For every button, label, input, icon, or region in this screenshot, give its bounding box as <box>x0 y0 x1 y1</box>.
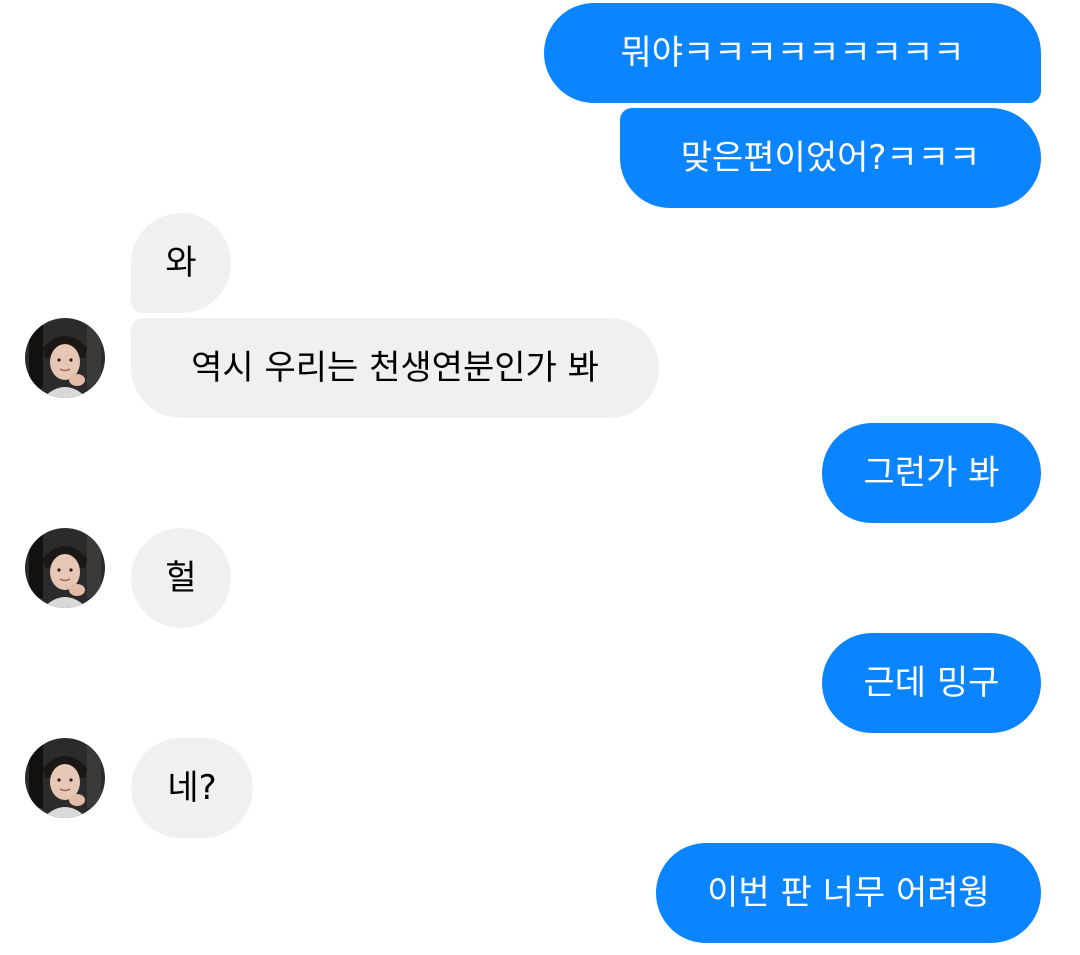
received-message-bubble[interactable]: 역시 우리는 천생연분인가 봐 <box>131 318 659 418</box>
received-message-bubble[interactable]: 와 <box>131 213 231 313</box>
sent-message-bubble[interactable]: 근데 밍구 <box>822 633 1041 733</box>
sent-message-bubble[interactable]: 뭐야ㅋㅋㅋㅋㅋㅋㅋㅋㅋ <box>544 3 1041 103</box>
received-message-bubble[interactable]: 네? <box>131 738 253 838</box>
contact-avatar-icon[interactable] <box>25 738 105 818</box>
sent-message-bubble[interactable]: 이번 판 너무 어려웡 <box>656 843 1041 943</box>
sent-message-bubble[interactable]: 그런가 봐 <box>822 423 1041 523</box>
contact-avatar-icon[interactable] <box>25 318 105 398</box>
received-message-bubble[interactable]: 헐 <box>131 528 231 628</box>
contact-avatar-icon[interactable] <box>25 528 105 608</box>
sent-message-bubble[interactable]: 맞은편이었어?ㅋㅋㅋ <box>620 108 1041 208</box>
